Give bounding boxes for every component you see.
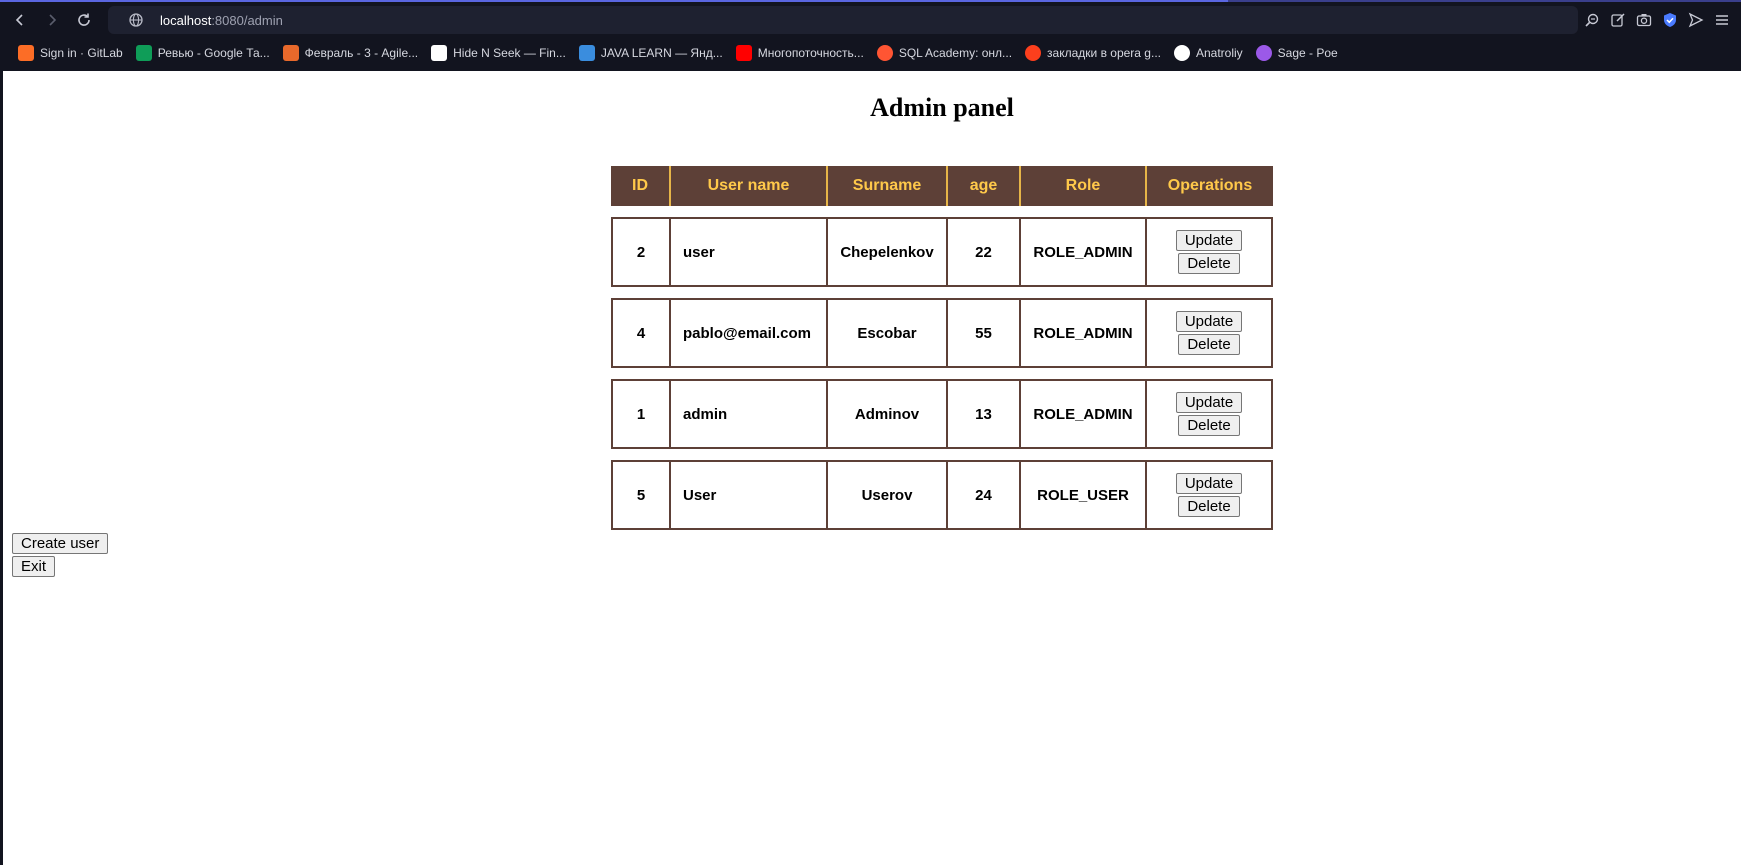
bookmark-item[interactable]: Anatroliy [1173, 45, 1243, 61]
url-path: :8080/admin [211, 12, 283, 28]
bookmark-label: Anatroliy [1195, 46, 1243, 60]
vpn-shield-icon[interactable] [1661, 11, 1679, 29]
bookmark-item[interactable]: Sign in · GitLab [18, 45, 123, 61]
delete-button[interactable]: Delete [1178, 496, 1240, 517]
header-operations: Operations [1147, 166, 1273, 206]
cell-surname: Escobar [828, 298, 948, 368]
table-row: 4 pablo@email.com Escobar 55 ROLE_ADMIN … [611, 298, 1273, 368]
cell-id: 1 [611, 379, 671, 449]
bookmark-label: Sign in · GitLab [40, 46, 123, 60]
bookmark-item[interactable]: закладки в opera g... [1025, 45, 1161, 61]
bookmarks-bar: Sign in · GitLab Ревью - Google Та... Февр… [0, 40, 1741, 66]
delete-button[interactable]: Delete [1178, 415, 1240, 436]
bookmark-item[interactable]: Sage - Poe [1255, 45, 1338, 61]
browser-chrome: localhost:8080/admin Sign in · GitLab Рев… [0, 0, 1741, 71]
url-host: localhost [160, 12, 212, 28]
bookmark-item[interactable]: Многопоточность... [735, 45, 864, 61]
poe-icon [1255, 45, 1272, 61]
menu-icon[interactable] [1713, 11, 1731, 29]
table-header-row: ID User name Surname age Role Operations [611, 166, 1273, 206]
yandex-disk-icon [578, 45, 595, 61]
cell-age: 22 [948, 217, 1021, 287]
header-id: ID [611, 166, 671, 206]
cell-id: 2 [611, 217, 671, 287]
cell-role: ROLE_ADMIN [1021, 298, 1147, 368]
bookmark-label: Февраль - 3 - Agile... [304, 46, 419, 60]
forward-arrow-icon[interactable] [36, 4, 68, 36]
reload-icon[interactable] [68, 4, 100, 36]
cell-age: 55 [948, 298, 1021, 368]
url-text: localhost:8080/admin [160, 13, 283, 28]
globe-icon [128, 12, 144, 28]
sql-academy-icon [876, 45, 893, 61]
bookmark-item[interactable]: JAVA LEARN — Янд... [578, 45, 723, 61]
cell-id: 4 [611, 298, 671, 368]
bookmark-label: закладки в opera g... [1047, 46, 1161, 60]
address-bar[interactable]: localhost:8080/admin [108, 6, 1578, 34]
gitlab-icon [18, 45, 34, 61]
delete-button[interactable]: Delete [1178, 334, 1240, 355]
header-username: User name [671, 166, 828, 206]
browser-toolbar: localhost:8080/admin [0, 2, 1741, 38]
bookmark-label: JAVA LEARN — Янд... [600, 46, 723, 60]
update-button[interactable]: Update [1175, 392, 1243, 413]
header-role: Role [1021, 166, 1147, 206]
edit-icon[interactable] [1609, 11, 1627, 29]
bookmark-label: Hide N Seek — Fin... [453, 46, 566, 60]
page-title: Admin panel [870, 93, 1014, 122]
cell-username: admin [671, 379, 828, 449]
cell-role: ROLE_USER [1021, 460, 1147, 530]
cell-surname: Chepelenkov [828, 217, 948, 287]
bookmark-item[interactable]: Hide N Seek — Fin... [431, 45, 566, 61]
update-button[interactable]: Update [1175, 230, 1243, 251]
agile-icon [282, 45, 299, 61]
cell-surname: Userov [828, 460, 948, 530]
back-arrow-icon[interactable] [4, 4, 36, 36]
play-icon [431, 45, 448, 61]
cell-age: 13 [948, 379, 1021, 449]
table-row: 5 User Userov 24 ROLE_USER Update Delete [611, 460, 1273, 530]
users-table: ID User name Surname age Role Operations… [611, 155, 1273, 541]
create-user-button[interactable]: Create user [12, 533, 109, 554]
update-button[interactable]: Update [1175, 473, 1243, 494]
update-button[interactable]: Update [1175, 311, 1243, 332]
cell-age: 24 [948, 460, 1021, 530]
bookmark-item[interactable]: Ревью - Google Та... [135, 45, 270, 61]
bookmark-label: SQL Academy: онл... [898, 46, 1013, 60]
cell-username: user [671, 217, 828, 287]
header-surname: Surname [828, 166, 948, 206]
cell-role: ROLE_ADMIN [1021, 217, 1147, 287]
bookmark-label: Многопоточность... [757, 46, 864, 60]
page-actions: Create user Exit [12, 533, 109, 577]
page-content: Admin panel ID User name Surname age Rol… [3, 71, 1741, 865]
bookmark-item[interactable]: SQL Academy: онл... [876, 45, 1013, 61]
cell-role: ROLE_ADMIN [1021, 379, 1147, 449]
cell-operations: Update Delete [1147, 379, 1273, 449]
exit-button[interactable]: Exit [12, 556, 56, 577]
google-sheets-icon [135, 45, 152, 61]
bookmark-label: Sage - Poe [1277, 46, 1338, 60]
github-icon [1173, 45, 1190, 61]
cell-id: 5 [611, 460, 671, 530]
zoom-icon[interactable] [1583, 11, 1601, 29]
bookmark-label: Ревью - Google Та... [157, 46, 270, 60]
bookmark-item[interactable]: Февраль - 3 - Agile... [282, 45, 419, 61]
toolbar-right-icons [1583, 6, 1741, 34]
cell-surname: Adminov [828, 379, 948, 449]
table-row: 1 admin Adminov 13 ROLE_ADMIN Update Del… [611, 379, 1273, 449]
header-age: age [948, 166, 1021, 206]
table-row: 2 user Chepelenkov 22 ROLE_ADMIN Update … [611, 217, 1273, 287]
send-icon[interactable] [1687, 11, 1705, 29]
cell-operations: Update Delete [1147, 298, 1273, 368]
youtube-icon [735, 45, 752, 61]
delete-button[interactable]: Delete [1178, 253, 1240, 274]
cell-username: pablo@email.com [671, 298, 828, 368]
cell-username: User [671, 460, 828, 530]
cell-operations: Update Delete [1147, 217, 1273, 287]
cell-operations: Update Delete [1147, 460, 1273, 530]
yandex-icon [1025, 45, 1042, 61]
camera-icon[interactable] [1635, 11, 1653, 29]
